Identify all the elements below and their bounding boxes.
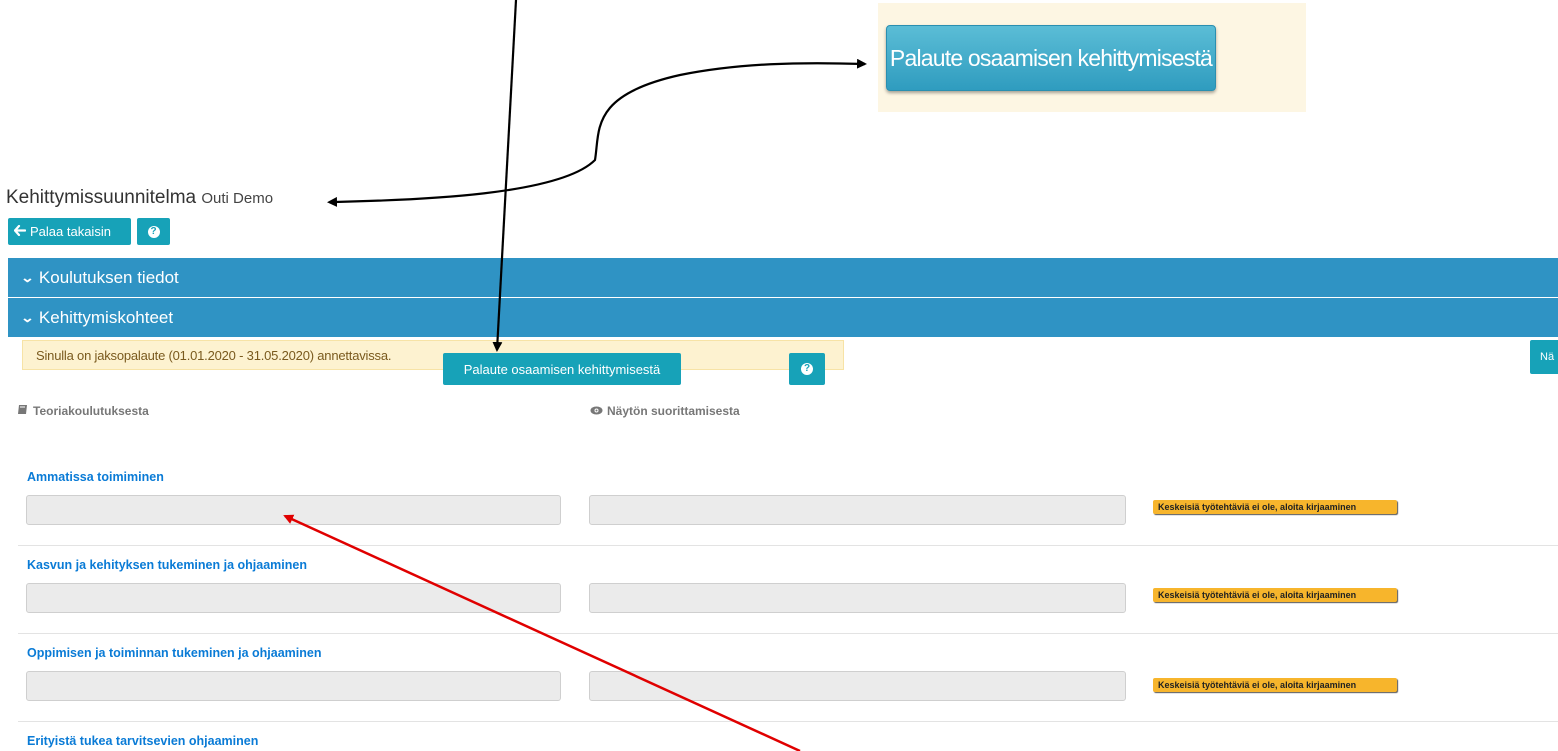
black-arrow-vertical [492, 0, 518, 352]
black-arrow-curved [327, 58, 867, 207]
red-arrow [283, 514, 801, 751]
annotation-arrows [283, 0, 867, 751]
